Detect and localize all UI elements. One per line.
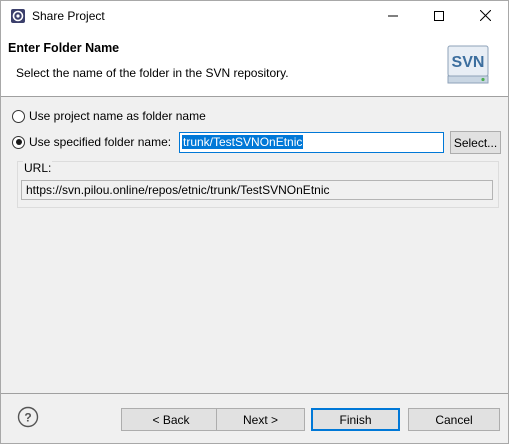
select-folder-button[interactable]: Select... [450, 131, 501, 154]
folder-name-selected-text: trunk/TestSVNOnEtnic [182, 135, 304, 149]
page-title: Enter Folder Name [8, 41, 120, 55]
help-icon[interactable]: ? [17, 406, 39, 428]
wizard-header: Enter Folder Name Select the name of the… [1, 30, 508, 97]
next-button[interactable]: Next > [216, 408, 305, 431]
close-button[interactable] [462, 1, 508, 30]
page-description: Select the name of the folder in the SVN… [16, 66, 289, 80]
url-field: https://svn.pilou.online/repos/etnic/tru… [21, 180, 493, 200]
eclipse-gear-icon [11, 9, 25, 23]
use-project-name-label: Use project name as folder name [29, 109, 206, 123]
maximize-button[interactable] [416, 1, 462, 30]
window-title: Share Project [32, 9, 105, 23]
svn-logo-icon: SVN [445, 43, 491, 86]
use-specified-name-label: Use specified folder name: [29, 135, 172, 149]
button-bar-divider [1, 393, 508, 394]
minimize-button[interactable] [370, 1, 416, 30]
folder-name-input[interactable]: trunk/TestSVNOnEtnic [179, 132, 444, 153]
share-project-dialog: Share Project Enter Folder Name Select t… [0, 0, 509, 444]
maximize-icon [434, 10, 444, 21]
use-project-name-option[interactable]: Use project name as folder name [12, 109, 206, 123]
use-project-name-radio[interactable] [12, 109, 25, 123]
close-icon [479, 10, 491, 21]
cancel-button[interactable]: Cancel [408, 408, 500, 431]
title-bar: Share Project [1, 1, 508, 30]
use-specified-name-option[interactable]: Use specified folder name: [12, 135, 171, 149]
use-specified-name-radio[interactable] [12, 135, 25, 149]
svn-logo-text: SVN [452, 54, 485, 71]
minimize-icon [388, 15, 398, 16]
back-button[interactable]: < Back [121, 408, 221, 431]
svg-text:?: ? [24, 411, 31, 425]
finish-button[interactable]: Finish [311, 408, 400, 431]
url-label: URL: [23, 161, 53, 175]
